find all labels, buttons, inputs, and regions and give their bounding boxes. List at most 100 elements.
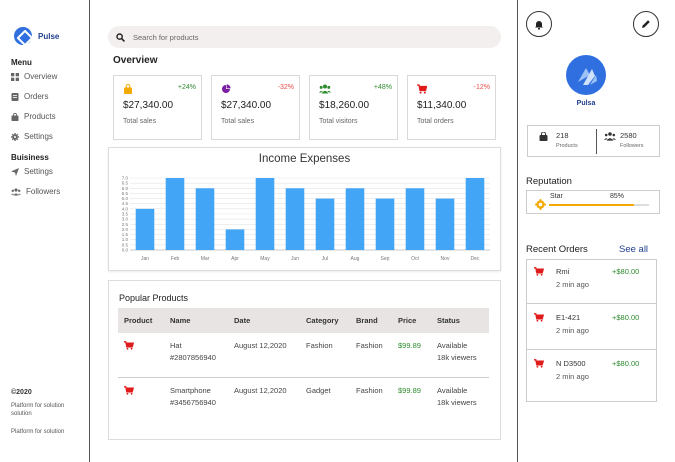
copyright: ©2020: [11, 389, 32, 396]
order-amount: +$80.00: [612, 313, 640, 322]
product-sku: #3456756940: [170, 398, 216, 407]
notification-button[interactable]: [526, 11, 552, 37]
search-input[interactable]: [133, 32, 473, 42]
product-price: $99.89: [398, 386, 421, 395]
order-time: 2 min ago: [556, 280, 589, 289]
stat-card-total-sales-2[interactable]: -32% $27,340.00 Total sales: [211, 75, 300, 140]
product-sku: #2807856940: [170, 353, 216, 362]
reputation-card: [526, 190, 660, 214]
delta-badge: -32%: [277, 84, 294, 91]
product-name: Hat: [170, 341, 182, 350]
bar-nov[interactable]: [435, 198, 455, 250]
logo-icon: [14, 27, 32, 45]
followers-label: Followers: [620, 143, 644, 149]
delta-badge: +48%: [373, 84, 392, 91]
stat-label: Total visitors: [319, 118, 358, 125]
column-header-category: Category: [306, 316, 339, 325]
sidebar-item-products[interactable]: Products: [11, 112, 56, 121]
cart-icon: [124, 341, 134, 350]
stat-card-total-visitors[interactable]: +48% $18,260.00 Total visitors: [309, 75, 398, 140]
brand-logo[interactable]: Pulse: [14, 27, 59, 45]
column-header-product: Product: [124, 316, 153, 325]
column-header-price: Price: [398, 316, 417, 325]
bar-jan[interactable]: [135, 208, 155, 250]
order-amount: +$80.00: [612, 359, 640, 368]
sidebar-item-label: Orders: [24, 92, 49, 101]
stat-value: $27,340.00: [123, 100, 174, 111]
product-category: Fashion: [306, 341, 333, 350]
avatar[interactable]: [566, 55, 606, 95]
sidebar-item-settings[interactable]: Settings: [11, 132, 53, 141]
sidebar-item-overview[interactable]: Overview: [11, 72, 57, 81]
stat-value: $27,340.00: [221, 100, 272, 111]
bar-may[interactable]: [255, 178, 275, 250]
sidebar-item-followers[interactable]: Followers: [11, 187, 60, 196]
product-brand: Fashion: [356, 341, 383, 350]
cart-icon: [124, 386, 134, 395]
order-time: 2 min ago: [556, 326, 589, 335]
income-expenses-chart: Income Expenses 0.0 0.5 1.0 1.5 2.0 2.5 3.0 3.5…: [108, 147, 501, 271]
pencil-icon: [642, 20, 650, 28]
menu-section-title: Menu: [11, 58, 32, 67]
y-tick-label: 3.5: [122, 212, 129, 217]
products-label: Products: [556, 143, 578, 149]
order-name: Rmi: [556, 267, 570, 276]
reputation-label: Star: [550, 193, 563, 200]
bar-apr[interactable]: [225, 229, 245, 250]
product-category: Gadget: [306, 386, 331, 395]
bar-aug[interactable]: [345, 188, 365, 250]
bar-feb[interactable]: [165, 178, 185, 250]
bag-icon: [11, 112, 19, 121]
bar-oct[interactable]: [405, 188, 425, 250]
sidebar-item-label: Settings: [24, 132, 53, 141]
bar-jul[interactable]: [315, 198, 335, 250]
stat-label: Total sales: [221, 118, 255, 125]
brand-name: Pulse: [38, 31, 60, 41]
bar-mar[interactable]: [195, 188, 215, 250]
cart-icon: [417, 84, 427, 94]
column-header-name: Name: [170, 316, 191, 325]
stats-divider: [596, 129, 597, 154]
table-title: Popular Products: [119, 293, 189, 303]
y-tick-label: 4.5: [122, 201, 129, 206]
sidebar-item-label: Settings: [24, 167, 53, 176]
stat-card-total-orders[interactable]: -12% $11,340.00 Total orders: [407, 75, 496, 140]
bag-icon: [124, 84, 132, 94]
sidebar-item-label: Followers: [26, 187, 61, 196]
recent-orders-title: Recent Orders: [526, 244, 588, 255]
product-status: Available: [437, 386, 468, 395]
send-icon: [11, 167, 19, 176]
recent-orders-list: [526, 259, 657, 402]
y-tick-label: 1.5: [122, 232, 129, 237]
order-divider: [526, 349, 657, 350]
bell-icon: [535, 20, 543, 30]
stat-label: Total orders: [417, 118, 454, 125]
sidebar-item-label: Products: [24, 112, 56, 121]
y-tick-label: 2.5: [122, 222, 129, 227]
y-tick-label: 4.0: [122, 206, 129, 211]
stat-label: Total sales: [123, 118, 157, 125]
order-amount: +$80.00: [612, 267, 640, 276]
edit-button[interactable]: [633, 11, 659, 37]
product-viewers: 18k viewers: [437, 398, 477, 407]
business-section-title: Buisiness: [11, 153, 49, 162]
sidebar-item-orders[interactable]: Orders: [11, 92, 48, 101]
y-tick-label: 1.0: [122, 237, 129, 242]
cart-icon: [534, 359, 544, 368]
stat-card-total-sales[interactable]: +24% $27,340.00 Total sales: [113, 75, 202, 140]
column-header-brand: Brand: [356, 316, 378, 325]
column-header-date: Date: [234, 316, 251, 325]
search-bar[interactable]: [108, 26, 501, 48]
search-icon: [116, 32, 125, 42]
bar-dec[interactable]: [465, 178, 485, 250]
x-tick-label: May: [260, 256, 270, 262]
bar-jun[interactable]: [285, 188, 305, 250]
bar-sep[interactable]: [375, 198, 395, 250]
avatar-logo-icon: [578, 68, 597, 85]
products-count: 218: [556, 131, 569, 140]
cart-icon: [534, 267, 544, 276]
see-all-link[interactable]: See all: [619, 244, 648, 255]
y-tick-label: 3.0: [122, 217, 129, 222]
badge-icon: [535, 199, 546, 210]
sidebar-item-business-settings[interactable]: Settings: [11, 167, 53, 176]
